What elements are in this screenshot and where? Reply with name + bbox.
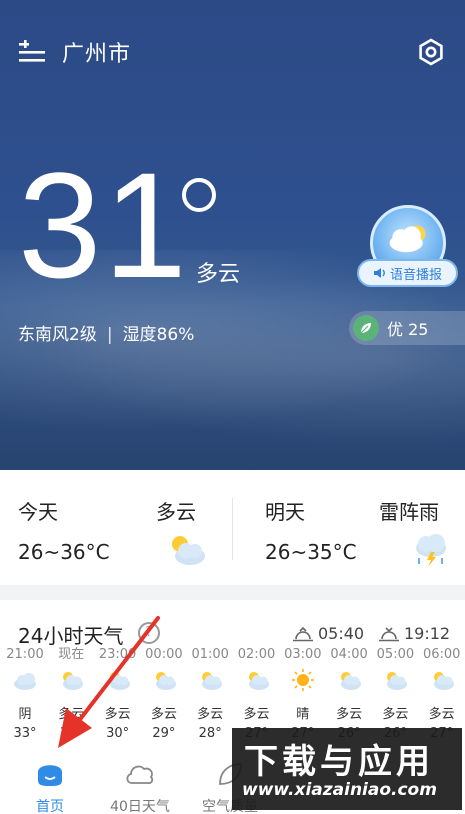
sunset-icon bbox=[379, 626, 399, 641]
hour-item: 03:00晴27° bbox=[280, 646, 326, 741]
hour-condition: 多云 bbox=[197, 707, 224, 722]
hour-condition: 多云 bbox=[382, 707, 409, 722]
hour-item: 06:00多云27° bbox=[419, 646, 465, 741]
hour-time: 03:00 bbox=[284, 647, 322, 662]
hour-temp: 31° bbox=[59, 726, 83, 741]
hourly-title: 24小时天气 bbox=[18, 624, 124, 648]
hour-time: 00:00 bbox=[145, 647, 183, 662]
hour-time: 04:00 bbox=[330, 647, 368, 662]
settings-gear-icon[interactable] bbox=[417, 38, 445, 66]
tab-40-day[interactable]: 40日天气 bbox=[95, 758, 185, 814]
hour-condition: 多云 bbox=[336, 707, 363, 722]
hour-condition: 晴 bbox=[296, 707, 310, 722]
partly-cloudy-icon bbox=[433, 672, 454, 690]
speaker-icon bbox=[373, 268, 385, 278]
sunset: 19:12 bbox=[378, 624, 450, 643]
partly-cloudy-icon bbox=[63, 672, 84, 690]
day-temp-range: 26~35°C bbox=[265, 540, 357, 564]
hour-temp: 29° bbox=[152, 726, 176, 741]
partly-cloudy-icon bbox=[341, 672, 362, 690]
degree-symbol bbox=[182, 178, 216, 212]
hour-item: 02:00多云27° bbox=[234, 646, 280, 741]
tab-label: 首页 bbox=[36, 799, 64, 814]
voice-broadcast-button[interactable]: 语音播报 bbox=[357, 259, 458, 287]
separator: | bbox=[106, 325, 113, 345]
wind-humidity: 东南风2级 | 湿度86% bbox=[18, 320, 194, 345]
day-condition: 雷阵雨 bbox=[379, 500, 439, 524]
sunrise-time: 05:40 bbox=[318, 624, 365, 643]
current-temperature: 31 bbox=[18, 141, 189, 309]
hour-temp: 33° bbox=[13, 726, 37, 741]
current-condition: 多云 bbox=[196, 262, 241, 287]
hour-condition: 多云 bbox=[58, 707, 85, 722]
aqi-value: 优 25 bbox=[387, 320, 429, 339]
overcast-icon bbox=[14, 673, 36, 690]
hour-temp: 30° bbox=[106, 726, 130, 741]
voice-broadcast-label: 语音播报 bbox=[389, 267, 442, 283]
hour-time: 05:00 bbox=[376, 647, 415, 662]
humidity-text: 湿度86% bbox=[122, 325, 195, 345]
hour-item: 04:00多云26° bbox=[326, 646, 372, 741]
hour-time: 01:00 bbox=[191, 647, 229, 662]
day-temp-range: 26~36°C bbox=[18, 540, 110, 564]
air-quality-badge[interactable]: 优 25 bbox=[349, 311, 465, 345]
menu-icon[interactable] bbox=[18, 40, 46, 64]
hour-time: 现在 bbox=[58, 647, 85, 662]
sunny-icon bbox=[291, 669, 314, 691]
leaf-icon bbox=[353, 315, 379, 341]
tomorrow-forecast[interactable]: 明天 雷阵雨 26~35°C bbox=[233, 470, 465, 585]
partly-cloudy-icon bbox=[387, 672, 408, 690]
watermark-url: www.xiazainiao.com bbox=[242, 780, 437, 800]
weather-hero: 广州市 31 多云 东南风2级 | 湿度86% 语音播报 优 25 bbox=[0, 0, 465, 470]
home-face-icon bbox=[38, 765, 62, 786]
hour-temp: 28° bbox=[198, 726, 222, 741]
hour-time: 21:00 bbox=[6, 647, 44, 662]
today-forecast[interactable]: 今天 多云 26~36°C bbox=[0, 470, 232, 585]
hour-condition: 多云 bbox=[243, 707, 270, 722]
hour-time: 23:00 bbox=[98, 647, 137, 662]
partly-cloudy-icon bbox=[109, 672, 130, 690]
city-name[interactable]: 广州市 bbox=[62, 36, 131, 68]
thunderstorm-icon bbox=[416, 534, 446, 567]
partly-cloudy-icon bbox=[202, 672, 223, 690]
hour-condition: 阴 bbox=[18, 707, 32, 722]
hour-condition: 多云 bbox=[104, 707, 131, 722]
hour-condition: 多云 bbox=[428, 707, 455, 722]
watermark-logo: 下载与应用 www.xiazainiao.com bbox=[232, 728, 462, 810]
hour-item: 21:00 阴 33° bbox=[2, 646, 48, 741]
daily-forecast-card: 今天 多云 26~36°C 明天 雷阵雨 26~35°C bbox=[0, 470, 465, 585]
hour-time: 06:00 bbox=[422, 647, 461, 662]
sunset-time: 19:12 bbox=[404, 624, 451, 643]
hour-time: 02:00 bbox=[237, 647, 276, 662]
help-icon[interactable]: ? bbox=[138, 622, 160, 644]
hour-item: 00:00 多云 29° bbox=[141, 646, 187, 741]
tab-label: 40日天气 bbox=[110, 799, 170, 814]
day-label: 明天 bbox=[265, 500, 305, 524]
wind-text: 东南风2级 bbox=[18, 325, 97, 345]
tab-home[interactable]: 首页 bbox=[5, 758, 95, 814]
hour-item: 23:00 多云 30° bbox=[95, 646, 141, 741]
hour-condition: 多云 bbox=[150, 707, 177, 722]
partly-cloudy-icon bbox=[172, 536, 205, 565]
top-bar: 广州市 bbox=[0, 30, 465, 74]
hour-item: 现在多云 31° bbox=[48, 646, 94, 741]
hour-item: 05:00多云26° bbox=[372, 646, 418, 741]
cloud-outline-icon bbox=[126, 765, 154, 785]
hour-item: 01:00 多云 28° bbox=[187, 646, 233, 741]
partly-cloudy-icon bbox=[155, 672, 176, 690]
sunrise-icon bbox=[293, 626, 313, 641]
day-condition: 多云 bbox=[156, 500, 196, 524]
day-label: 今天 bbox=[18, 500, 58, 524]
partly-cloudy-icon bbox=[248, 672, 269, 690]
sunrise: 05:40 bbox=[292, 624, 364, 643]
watermark-title: 下载与应用 bbox=[244, 742, 434, 782]
